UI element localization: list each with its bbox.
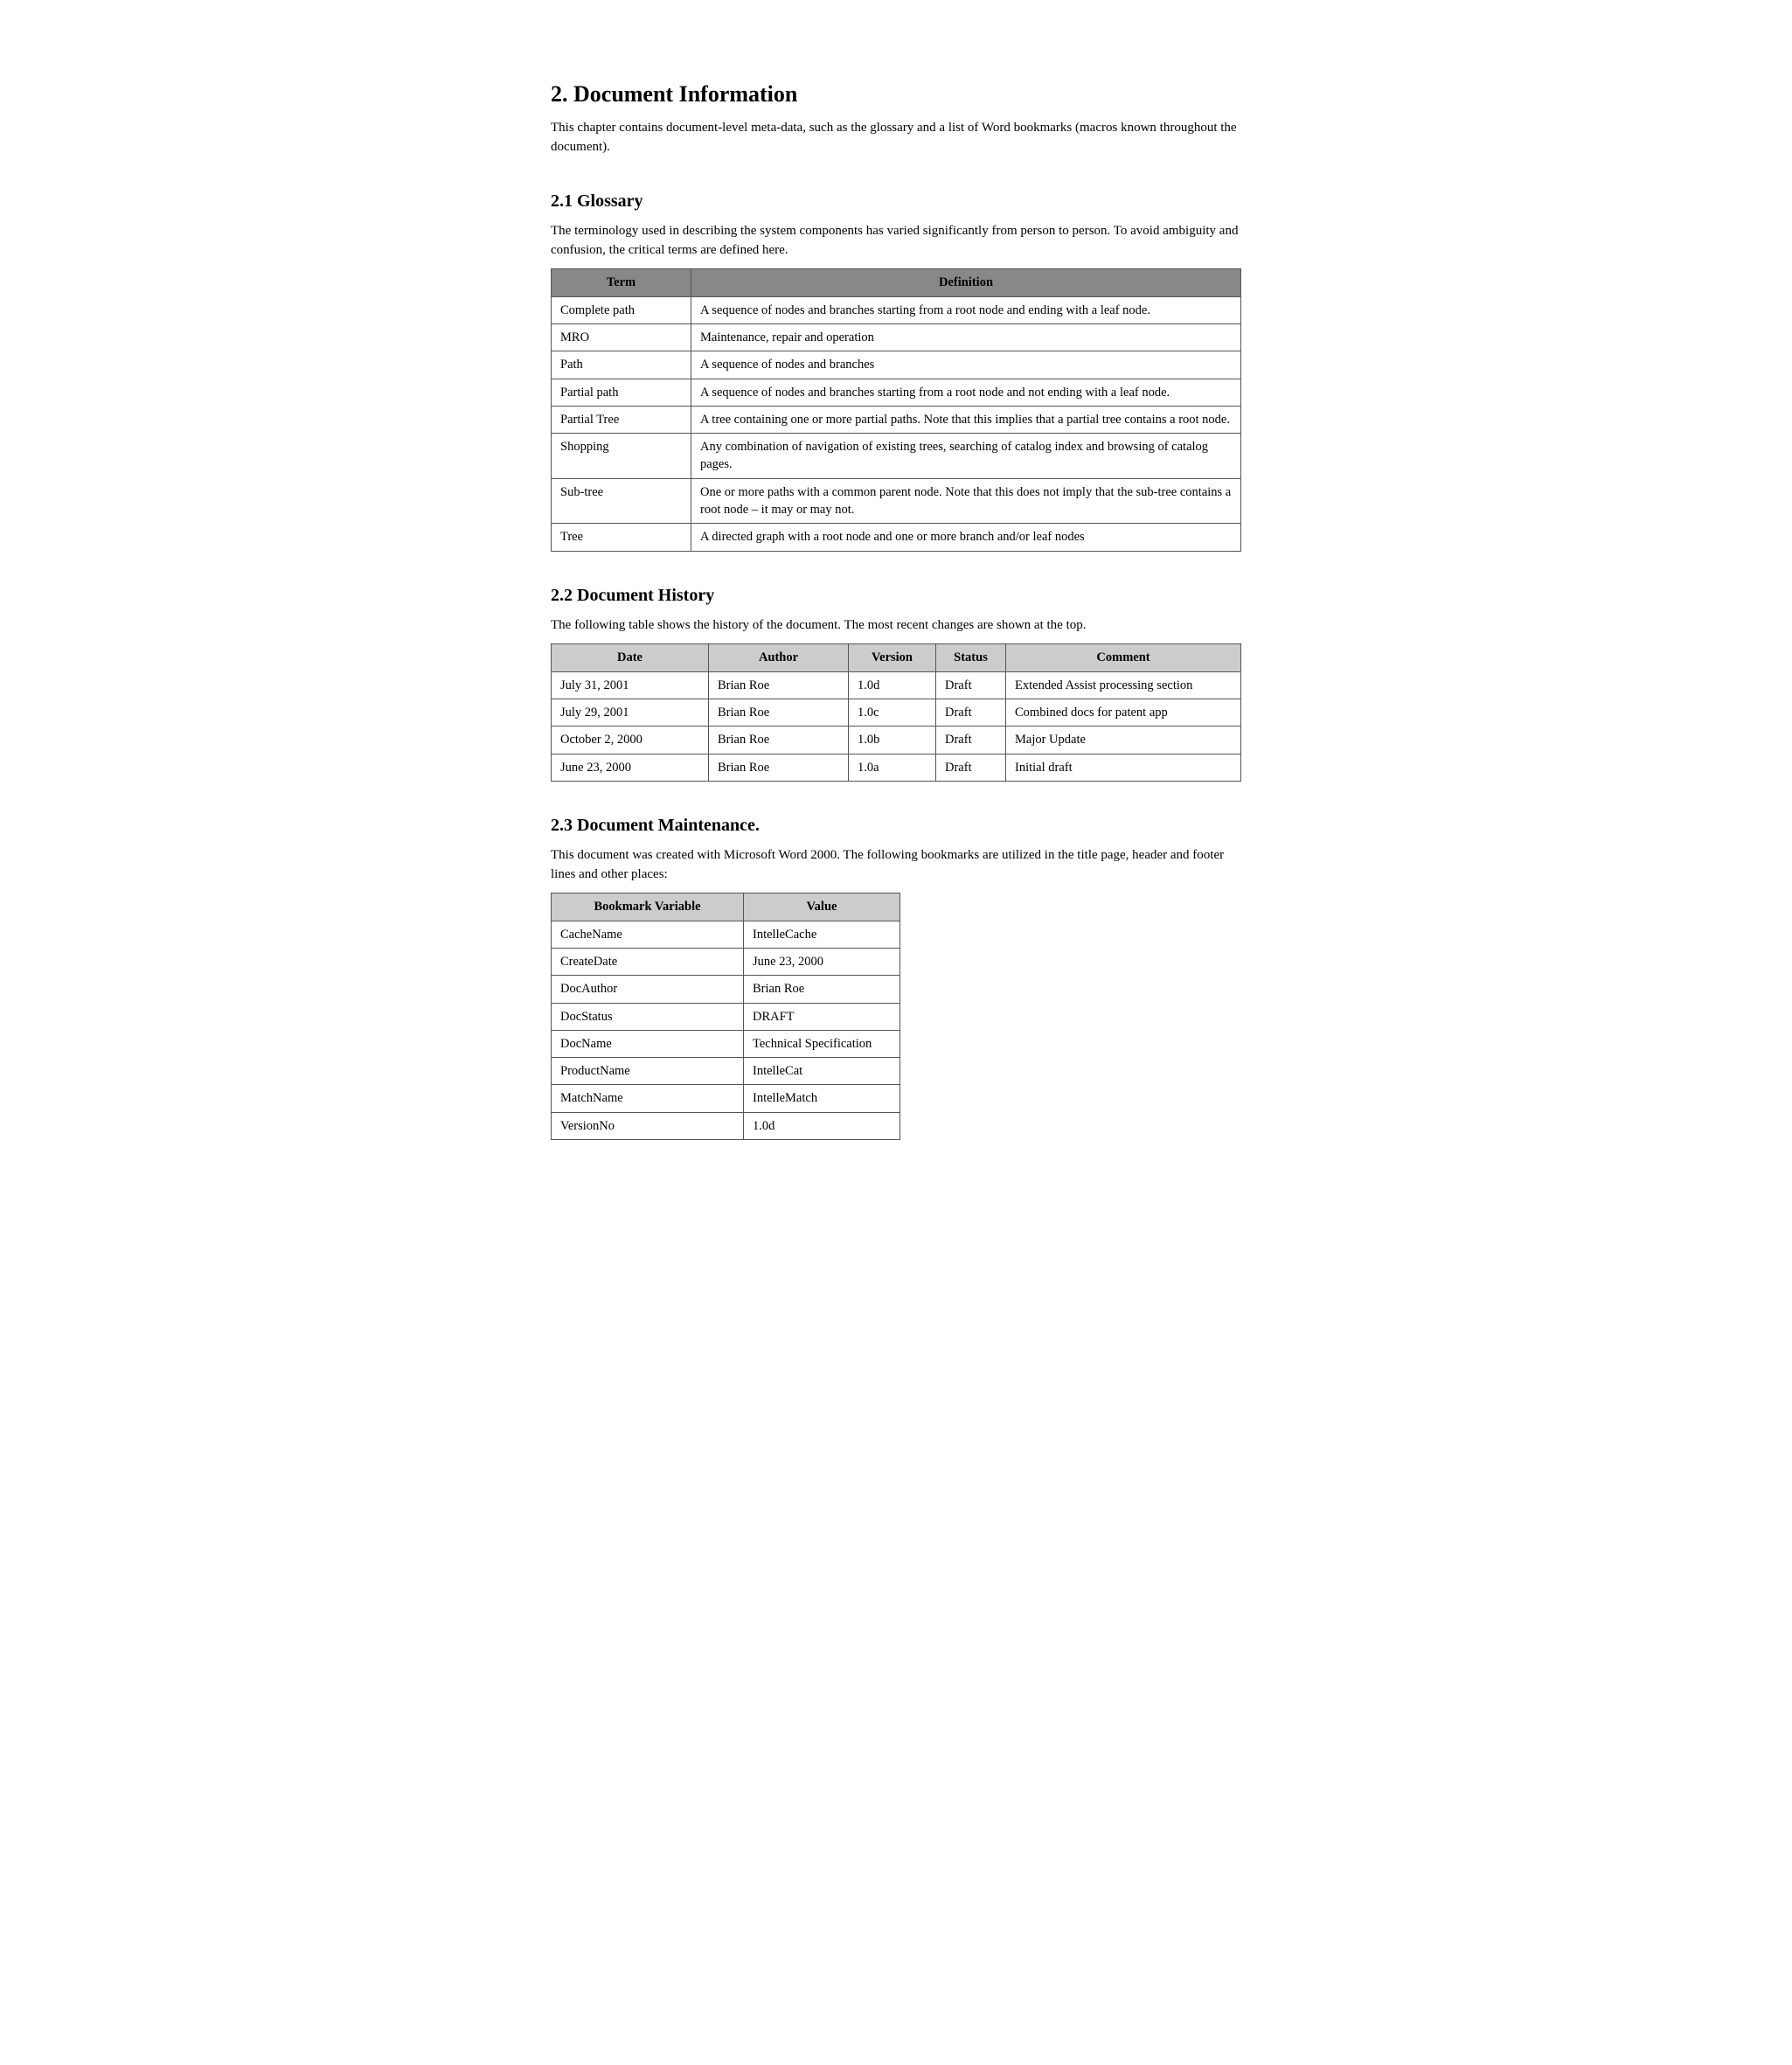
history-row: October 2, 2000Brian Roe1.0bDraftMajor U… bbox=[552, 727, 1241, 754]
bookmark-cell: MatchName bbox=[552, 1085, 744, 1112]
subsection-2-3-title: 2.3 Document Maintenance. bbox=[551, 813, 1241, 838]
glossary-term: Partial Tree bbox=[552, 406, 691, 433]
glossary-row: MROMaintenance, repair and operation bbox=[552, 323, 1241, 351]
subsection-2-1-title: 2.1 Glossary bbox=[551, 189, 1241, 213]
glossary-term: Partial path bbox=[552, 379, 691, 406]
history-cell: Brian Roe bbox=[709, 671, 849, 699]
bookmark-cell: CreateDate bbox=[552, 948, 744, 975]
history-cell: 1.0d bbox=[849, 671, 936, 699]
glossary-col-definition: Definition bbox=[691, 269, 1241, 296]
history-col-header: Author bbox=[709, 644, 849, 671]
history-cell: June 23, 2000 bbox=[552, 754, 709, 781]
bookmark-cell: Technical Specification bbox=[744, 1030, 900, 1057]
history-cell: Major Update bbox=[1006, 727, 1241, 754]
history-cell: July 31, 2001 bbox=[552, 671, 709, 699]
history-cell: 1.0a bbox=[849, 754, 936, 781]
history-row: July 29, 2001Brian Roe1.0cDraftCombined … bbox=[552, 699, 1241, 727]
glossary-definition: A sequence of nodes and branches startin… bbox=[691, 379, 1241, 406]
bookmark-row: DocStatusDRAFT bbox=[552, 1003, 900, 1030]
history-cell: Draft bbox=[936, 671, 1006, 699]
history-cell: July 29, 2001 bbox=[552, 699, 709, 727]
bookmark-cell: IntelleCache bbox=[744, 921, 900, 948]
history-row: July 31, 2001Brian Roe1.0dDraftExtended … bbox=[552, 671, 1241, 699]
glossary-term: Path bbox=[552, 351, 691, 379]
glossary-term: Tree bbox=[552, 524, 691, 551]
subsection-2-2-intro: The following table shows the history of… bbox=[551, 616, 1241, 636]
bookmark-cell: 1.0d bbox=[744, 1112, 900, 1139]
bookmark-cell: VersionNo bbox=[552, 1112, 744, 1139]
bookmark-row: ProductNameIntelleCat bbox=[552, 1058, 900, 1085]
glossary-term: Sub-tree bbox=[552, 478, 691, 524]
bookmark-row: MatchNameIntelleMatch bbox=[552, 1085, 900, 1112]
bookmark-col-variable: Bookmark Variable bbox=[552, 893, 744, 921]
history-cell: Draft bbox=[936, 754, 1006, 781]
bookmark-cell: DocAuthor bbox=[552, 976, 744, 1003]
bookmark-table: Bookmark Variable Value CacheNameIntelle… bbox=[551, 893, 900, 1140]
history-cell: Draft bbox=[936, 727, 1006, 754]
history-col-header: Version bbox=[849, 644, 936, 671]
bookmark-cell: IntelleMatch bbox=[744, 1085, 900, 1112]
bookmark-cell: IntelleCat bbox=[744, 1058, 900, 1085]
subsection-2-1-intro: The terminology used in describing the s… bbox=[551, 222, 1241, 261]
history-cell: Combined docs for patent app bbox=[1006, 699, 1241, 727]
history-cell: October 2, 2000 bbox=[552, 727, 709, 754]
bookmark-cell: DocStatus bbox=[552, 1003, 744, 1030]
glossary-row: TreeA directed graph with a root node an… bbox=[552, 524, 1241, 551]
glossary-table: Term Definition Complete pathA sequence … bbox=[551, 268, 1241, 551]
subsection-2-3-intro: This document was created with Microsoft… bbox=[551, 846, 1241, 885]
glossary-row: PathA sequence of nodes and branches bbox=[552, 351, 1241, 379]
history-col-header: Date bbox=[552, 644, 709, 671]
glossary-row: Complete pathA sequence of nodes and bra… bbox=[552, 296, 1241, 323]
glossary-row: ShoppingAny combination of navigation of… bbox=[552, 434, 1241, 479]
bookmark-cell: DRAFT bbox=[744, 1003, 900, 1030]
bookmark-cell: CacheName bbox=[552, 921, 744, 948]
glossary-row: Sub-treeOne or more paths with a common … bbox=[552, 478, 1241, 524]
history-cell: Brian Roe bbox=[709, 727, 849, 754]
bookmark-cell: Brian Roe bbox=[744, 976, 900, 1003]
bookmark-row: VersionNo1.0d bbox=[552, 1112, 900, 1139]
glossary-definition: A directed graph with a root node and on… bbox=[691, 524, 1241, 551]
history-cell: Brian Roe bbox=[709, 754, 849, 781]
glossary-row: Partial TreeA tree containing one or mor… bbox=[552, 406, 1241, 433]
history-col-header: Comment bbox=[1006, 644, 1241, 671]
history-cell: Brian Roe bbox=[709, 699, 849, 727]
glossary-definition: A tree containing one or more partial pa… bbox=[691, 406, 1241, 433]
bookmark-col-value: Value bbox=[744, 893, 900, 921]
glossary-term: MRO bbox=[552, 323, 691, 351]
glossary-definition: Any combination of navigation of existin… bbox=[691, 434, 1241, 479]
bookmark-row: DocNameTechnical Specification bbox=[552, 1030, 900, 1057]
subsection-2-2-title: 2.2 Document History bbox=[551, 583, 1241, 608]
glossary-definition: A sequence of nodes and branches bbox=[691, 351, 1241, 379]
section-2-intro: This chapter contains document-level met… bbox=[551, 119, 1241, 157]
glossary-definition: One or more paths with a common parent n… bbox=[691, 478, 1241, 524]
bookmark-row: CreateDateJune 23, 2000 bbox=[552, 948, 900, 975]
history-cell: Extended Assist processing section bbox=[1006, 671, 1241, 699]
history-cell: Initial draft bbox=[1006, 754, 1241, 781]
glossary-term: Shopping bbox=[552, 434, 691, 479]
glossary-col-term: Term bbox=[552, 269, 691, 296]
history-cell: 1.0b bbox=[849, 727, 936, 754]
history-row: June 23, 2000Brian Roe1.0aDraftInitial d… bbox=[552, 754, 1241, 781]
bookmark-cell: ProductName bbox=[552, 1058, 744, 1085]
history-cell: 1.0c bbox=[849, 699, 936, 727]
section-2-title: 2. Document Information bbox=[551, 79, 1241, 110]
glossary-definition: A sequence of nodes and branches startin… bbox=[691, 296, 1241, 323]
bookmark-cell: June 23, 2000 bbox=[744, 948, 900, 975]
glossary-definition: Maintenance, repair and operation bbox=[691, 323, 1241, 351]
glossary-term: Complete path bbox=[552, 296, 691, 323]
bookmark-row: DocAuthorBrian Roe bbox=[552, 976, 900, 1003]
bookmark-row: CacheNameIntelleCache bbox=[552, 921, 900, 948]
history-cell: Draft bbox=[936, 699, 1006, 727]
history-col-header: Status bbox=[936, 644, 1006, 671]
bookmark-cell: DocName bbox=[552, 1030, 744, 1057]
history-table: DateAuthorVersionStatusComment July 31, … bbox=[551, 643, 1241, 781]
glossary-row: Partial pathA sequence of nodes and bran… bbox=[552, 379, 1241, 406]
